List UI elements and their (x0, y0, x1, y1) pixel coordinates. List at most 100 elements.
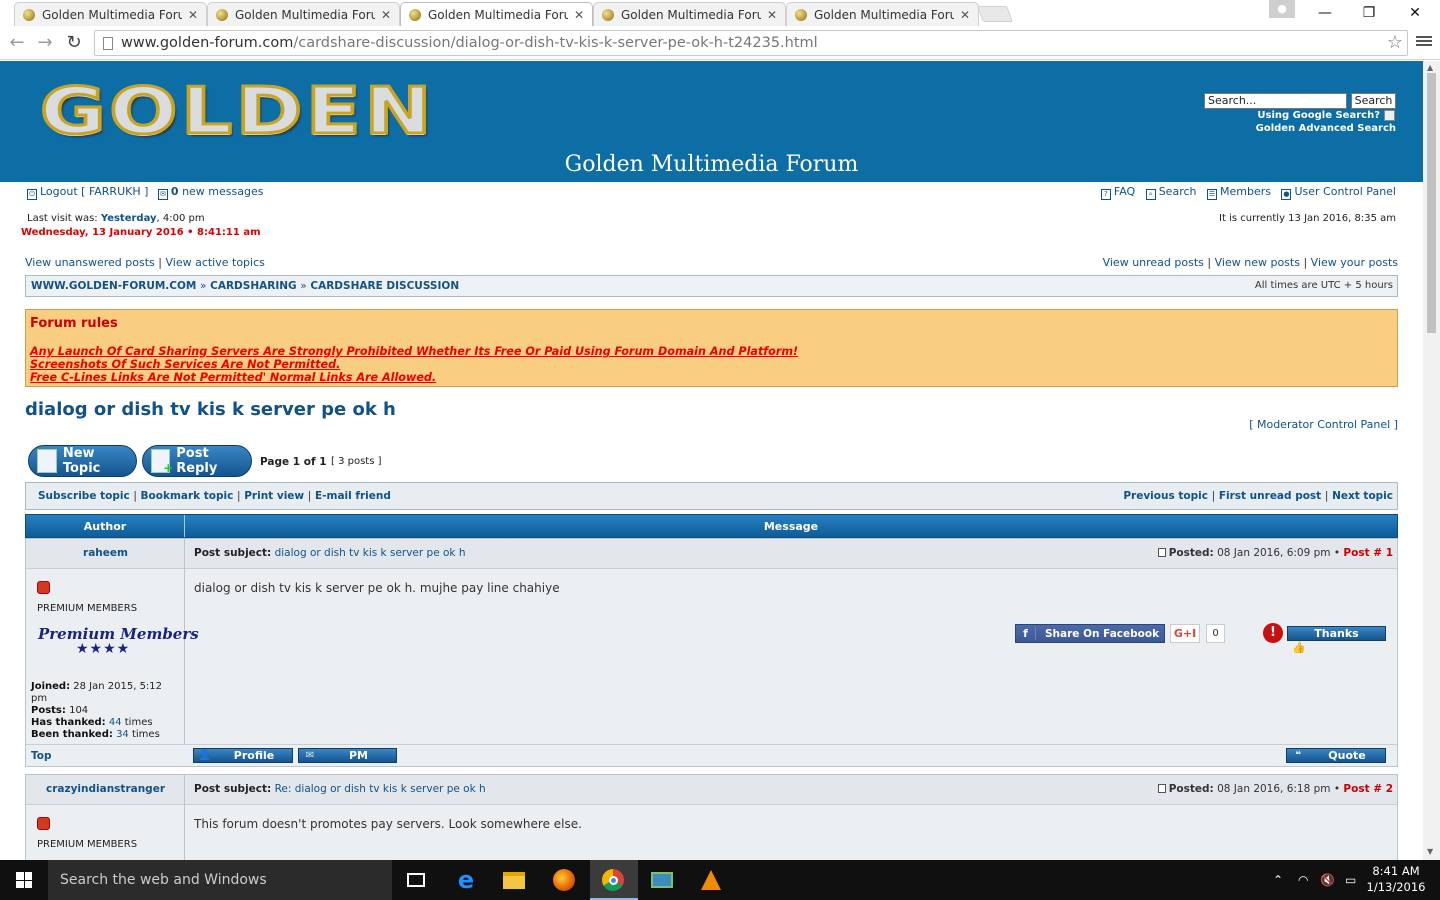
subscribe-topic-link[interactable]: Subscribe topic (38, 490, 130, 502)
browser-tab-1[interactable]: Golden Multimedia Forum ✕ (14, 2, 207, 26)
firefox-icon[interactable] (550, 866, 578, 894)
rule-line-3[interactable]: Free C-Lines Links Are Not Permitted' No… (30, 371, 436, 384)
tab-title: Golden Multimedia Forum (235, 7, 375, 22)
start-button[interactable] (0, 860, 48, 900)
advanced-search-link[interactable]: Golden Advanced Search (1256, 123, 1396, 134)
print-view-link[interactable]: Print view (244, 490, 304, 502)
url-text[interactable]: www.golden-forum.com/cardshare-discussio… (121, 35, 818, 51)
back-icon[interactable]: ← (5, 30, 29, 56)
action-center-icon[interactable]: ▭ (1345, 860, 1356, 900)
first-unread-post-link[interactable]: First unread post (1219, 490, 1321, 502)
google-plus-button[interactable]: G+I (1170, 624, 1200, 643)
new-tab-button[interactable] (977, 6, 1013, 22)
show-hidden-icons[interactable]: ⌃ (1273, 860, 1283, 900)
favicon-icon (23, 8, 35, 21)
forward-icon[interactable]: → (33, 30, 57, 56)
url-bar[interactable]: www.golden-forum.com/cardshare-discussio… (94, 30, 1408, 56)
reload-icon[interactable]: ↻ (62, 30, 86, 56)
has-thanked-link[interactable]: 44 (109, 717, 122, 728)
logout-label: Logout [ FARRUKH ] (40, 185, 149, 198)
next-topic-link[interactable]: Next topic (1332, 490, 1393, 502)
view-unread-link[interactable]: View unread posts (1103, 256, 1204, 269)
facebook-icon: f (1016, 627, 1036, 640)
favicon-icon (602, 8, 614, 21)
bookmark-star-icon[interactable]: ☆ (1387, 32, 1403, 53)
been-thanked-link[interactable]: 34 (116, 729, 129, 740)
task-view-icon[interactable] (402, 866, 430, 894)
faq-link[interactable]: FAQ (1114, 185, 1135, 198)
search-button[interactable]: Search (1351, 93, 1396, 109)
tab-close-icon[interactable]: ✕ (767, 8, 777, 22)
close-icon[interactable]: ✕ (1393, 0, 1437, 26)
file-explorer-icon[interactable] (500, 866, 528, 894)
breadcrumb-cardshare-discussion[interactable]: CARDSHARE DISCUSSION (310, 280, 459, 292)
moderator-control-panel-link[interactable]: [ Moderator Control Panel ] (1249, 418, 1398, 431)
browser-tab-5[interactable]: Golden Multimedia Forum ✕ (786, 2, 979, 26)
currently-time: It is currently 13 Jan 2016, 8:35 am (1219, 213, 1396, 224)
volume-muted-icon[interactable]: 🔇 (1320, 860, 1335, 900)
scrollbar-thumb[interactable] (1427, 73, 1436, 333)
search-link[interactable]: Search (1159, 185, 1197, 198)
taskbar-search[interactable]: Search the web and Windows (48, 860, 392, 900)
bookmark-topic-link[interactable]: Bookmark topic (141, 490, 234, 502)
post-subject-link[interactable]: Re: dialog or dish tv kis k server pe ok… (275, 783, 486, 795)
profile-icon[interactable]: ● (1269, 0, 1295, 18)
taskbar-clock[interactable]: 8:41 AM 1/13/2016 (1366, 863, 1426, 895)
messages-icon: ✉ (157, 189, 168, 200)
pm-button[interactable]: ✉ PM (298, 748, 397, 763)
post-reply-button[interactable]: + Post Reply (142, 445, 252, 477)
tab-close-icon[interactable]: ✕ (188, 8, 198, 22)
network-app-icon[interactable] (648, 866, 676, 894)
envelope-icon: ✉ (305, 750, 315, 761)
page-scrollbar[interactable]: ▲ ▼ (1423, 61, 1440, 860)
topic-title[interactable]: dialog or dish tv kis k server pe ok h (25, 399, 396, 420)
wifi-icon[interactable]: ◠ (1298, 860, 1308, 900)
logout-link[interactable]: ⏻ Logout [ FARRUKH ] ✉ 0 new messages (27, 185, 263, 200)
browser-tab-4[interactable]: Golden Multimedia Forum ✕ (593, 2, 786, 26)
view-unanswered-link[interactable]: View unanswered posts (25, 256, 155, 269)
maximize-icon[interactable]: ❐ (1347, 0, 1391, 26)
tab-close-icon[interactable]: ✕ (960, 8, 970, 22)
vlc-icon[interactable] (697, 866, 725, 894)
profile-button[interactable]: 👤 Profile (193, 748, 293, 763)
menu-icon[interactable] (1416, 34, 1432, 50)
top-link[interactable]: Top (31, 750, 52, 762)
timezone-label: All times are UTC + 5 hours (1254, 280, 1393, 291)
search-input[interactable]: Search... (1204, 93, 1347, 109)
breadcrumb-home[interactable]: WWW.GOLDEN-FORUM.COM (31, 280, 196, 292)
post-number[interactable]: Post # 1 (1343, 547, 1393, 559)
members-link[interactable]: Members (1220, 185, 1271, 198)
scroll-down-icon[interactable]: ▼ (1427, 847, 1433, 856)
view-your-link[interactable]: View your posts (1311, 256, 1398, 269)
google-search-checkbox[interactable] (1384, 110, 1395, 121)
view-new-link[interactable]: View new posts (1215, 256, 1300, 269)
post-icon[interactable] (1157, 784, 1166, 793)
report-post-icon[interactable]: ! (1263, 623, 1283, 643)
breadcrumb-cardsharing[interactable]: CARDSHARING (210, 280, 297, 292)
new-topic-button[interactable]: New Topic (28, 445, 137, 477)
minimize-icon[interactable]: — (1303, 0, 1347, 26)
edge-icon[interactable]: e (452, 866, 480, 894)
last-visit-time: , 4:00 pm (156, 213, 205, 224)
browser-tab-3-active[interactable]: Golden Multimedia Forum ✕ (400, 2, 593, 26)
quote-button[interactable]: ❝ Quote (1286, 748, 1386, 763)
email-friend-link[interactable]: E-mail friend (315, 490, 391, 502)
been-thanked-label: Been thanked: (31, 729, 113, 740)
share-facebook-button[interactable]: f Share On Facebook (1015, 624, 1165, 643)
browser-tab-2[interactable]: Golden Multimedia Forum ✕ (207, 2, 400, 26)
golden-logo[interactable]: GOLDEN (38, 74, 435, 151)
ucp-link[interactable]: User Control Panel (1294, 185, 1396, 198)
tab-close-icon[interactable]: ✕ (574, 8, 584, 22)
thanks-button[interactable]: 👍 Thanks (1287, 626, 1386, 654)
scroll-up-icon[interactable]: ▲ (1427, 63, 1433, 72)
new-messages-link[interactable]: new messages (182, 185, 263, 198)
chrome-icon[interactable] (599, 866, 627, 894)
post-number[interactable]: Post # 2 (1343, 783, 1393, 795)
rule-line-2[interactable]: Screenshots Of Such Services Are Not Per… (30, 358, 340, 371)
post-subject-link[interactable]: dialog or dish tv kis k server pe ok h (275, 547, 466, 559)
tab-close-icon[interactable]: ✕ (381, 8, 391, 22)
rule-line-1[interactable]: Any Launch Of Card Sharing Servers Are S… (30, 345, 798, 358)
view-active-link[interactable]: View active topics (165, 256, 264, 269)
previous-topic-link[interactable]: Previous topic (1123, 490, 1208, 502)
post-icon[interactable] (1157, 548, 1166, 557)
